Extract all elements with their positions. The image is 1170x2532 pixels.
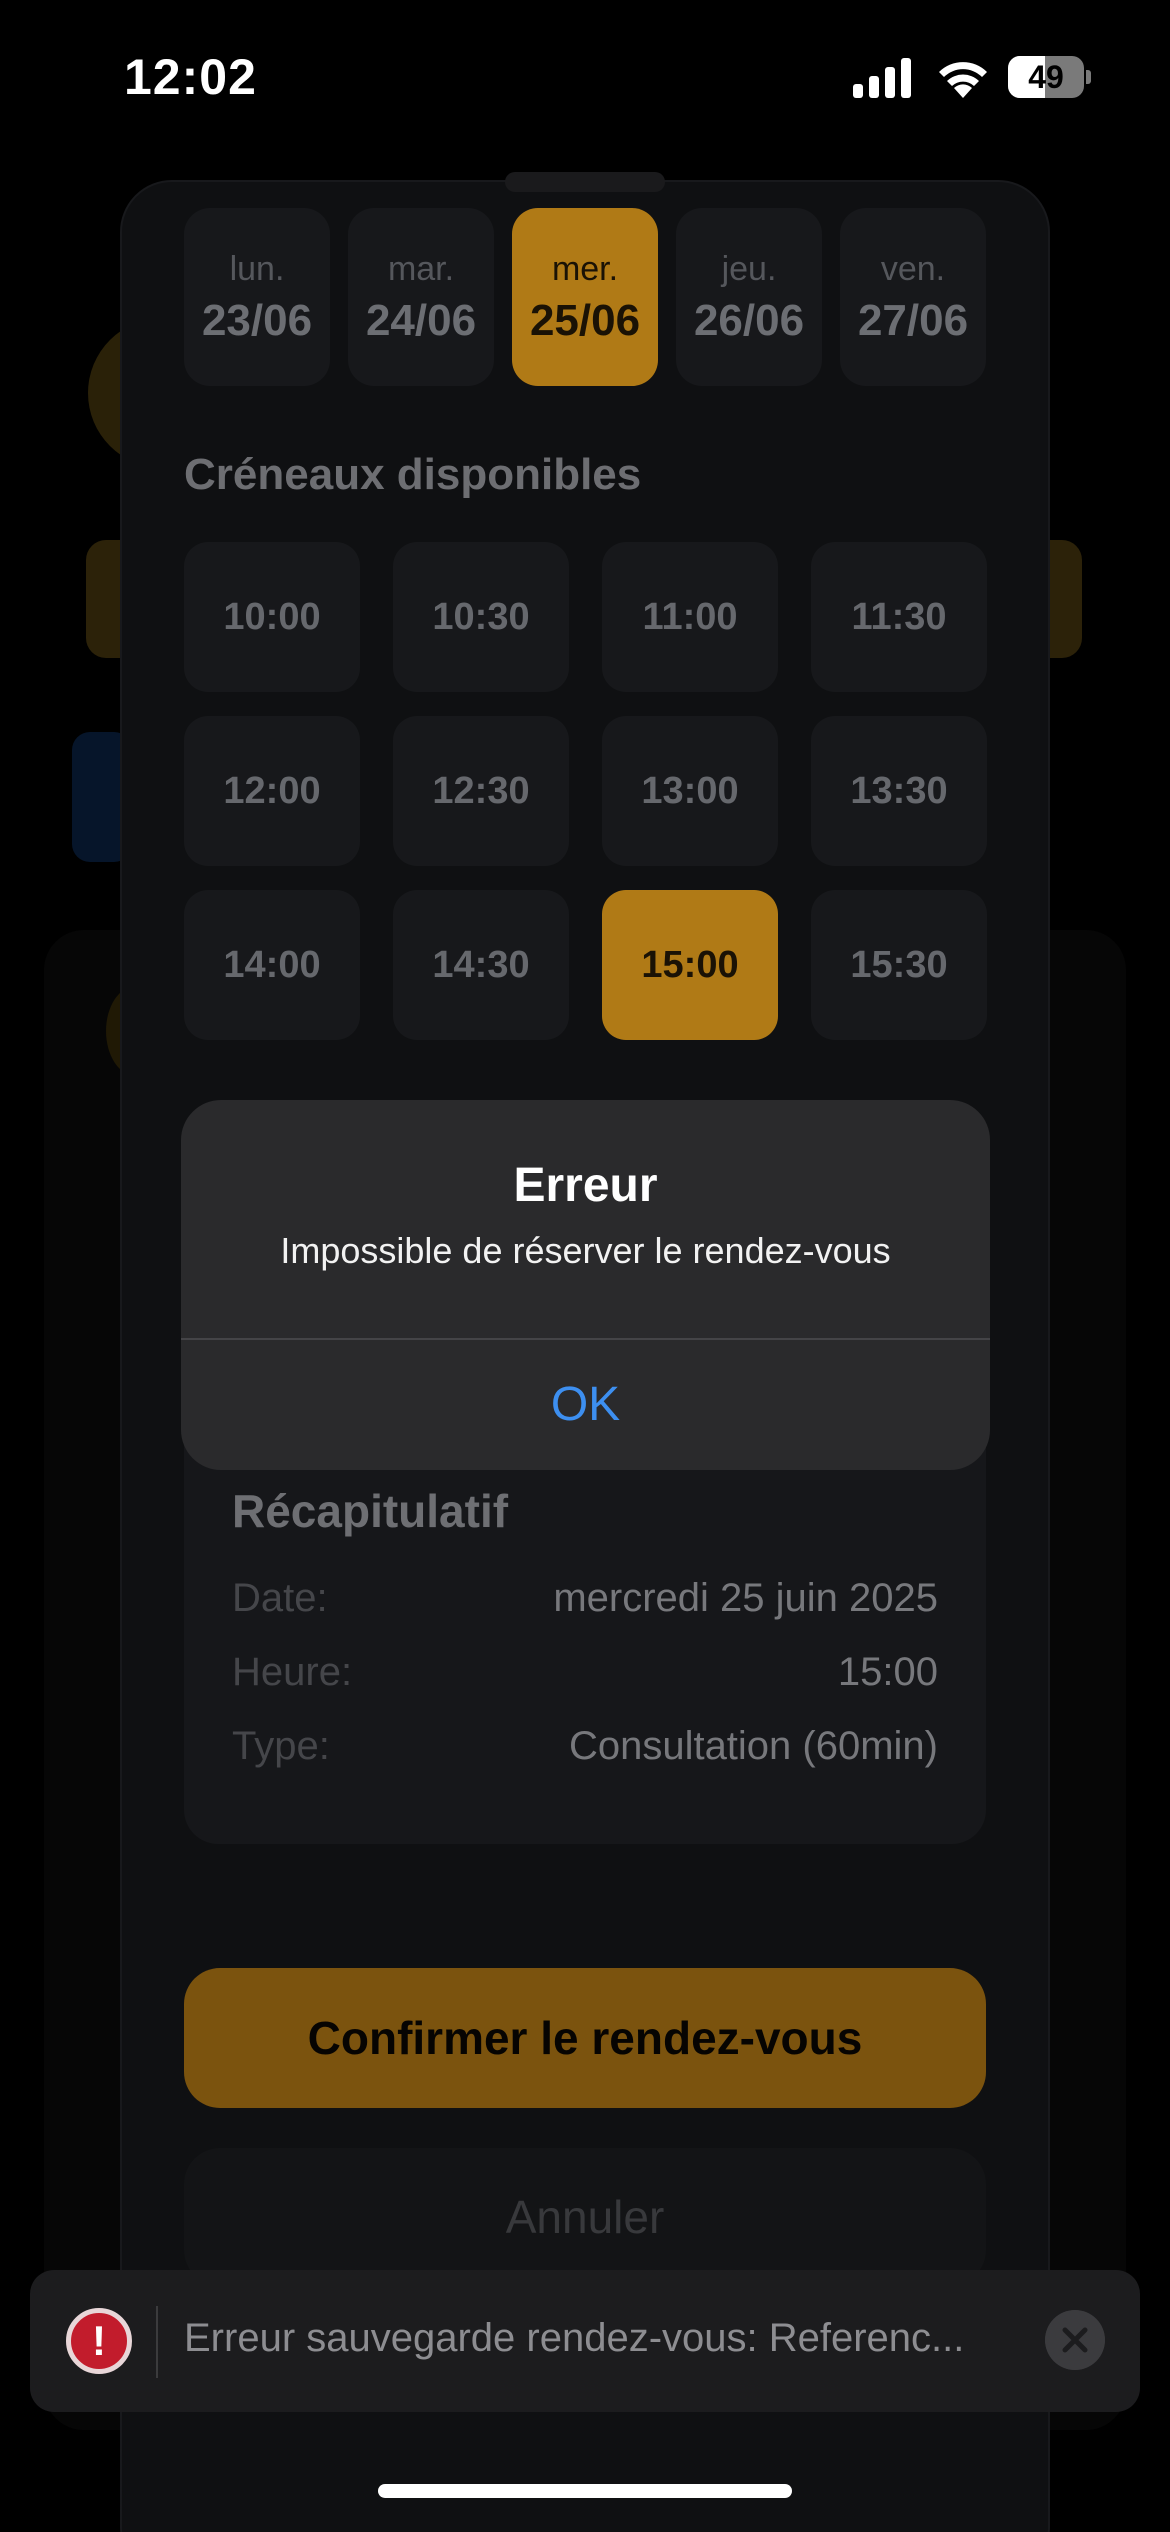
summary-title: Récapitulatif: [232, 1485, 509, 1537]
battery-level: 49: [1028, 59, 1064, 95]
alert-ok-button[interactable]: OK: [181, 1340, 990, 1470]
alert-title: Erreur: [513, 1159, 658, 1212]
error-alert: Erreur Impossible de réserver le rendez-…: [181, 1100, 990, 1470]
sheet-header-hint: [505, 172, 665, 192]
day-name: jeu.: [721, 250, 777, 288]
status-bar: 12:02 49: [0, 0, 1170, 150]
summary-label: Type:: [232, 1724, 330, 1768]
time-slot[interactable]: 14:00: [184, 890, 360, 1040]
summary-row-date: Date: mercredi 25 juin 2025: [232, 1576, 938, 1628]
time-slot[interactable]: 12:00: [184, 716, 360, 866]
time-slot[interactable]: 12:30: [393, 716, 569, 866]
time-slot[interactable]: 15:30: [811, 890, 987, 1040]
status-time: 12:02: [124, 49, 257, 105]
time-slot[interactable]: 11:30: [811, 542, 987, 692]
battery-body: 49: [1008, 56, 1084, 98]
battery-icon: 49: [1008, 56, 1091, 98]
available-slots-title: Créneaux disponibles: [184, 450, 642, 499]
home-indicator[interactable]: [378, 2484, 792, 2498]
summary-value: mercredi 25 juin 2025: [553, 1576, 938, 1620]
alert-message: Impossible de réserver le rendez-vous: [280, 1230, 891, 1271]
time-slot[interactable]: 13:00: [602, 716, 778, 866]
summary-row-time: Heure: 15:00: [232, 1650, 938, 1702]
summary-value: 15:00: [837, 1650, 938, 1694]
time-slot[interactable]: 14:30: [393, 890, 569, 1040]
close-icon[interactable]: [1045, 2310, 1105, 2370]
day-chip[interactable]: lun. 23/06: [184, 208, 330, 386]
summary-label: Heure:: [232, 1650, 353, 1694]
day-chip-selected[interactable]: mer. 25/06: [512, 208, 658, 386]
battery-cap: [1086, 70, 1091, 84]
day-chip[interactable]: mar. 24/06: [348, 208, 494, 386]
summary-value: Consultation (60min): [568, 1724, 938, 1768]
day-chip[interactable]: ven. 27/06: [840, 208, 986, 386]
time-slot[interactable]: 10:00: [184, 542, 360, 692]
time-slot[interactable]: 13:30: [811, 716, 987, 866]
day-name: ven.: [880, 250, 946, 288]
day-date: 27/06: [857, 296, 969, 345]
summary-label: Date:: [232, 1576, 328, 1620]
day-chip[interactable]: jeu. 26/06: [676, 208, 822, 386]
cancel-button[interactable]: Annuler: [184, 2148, 986, 2286]
time-slot[interactable]: 11:00: [602, 542, 778, 692]
day-date: 25/06: [529, 296, 641, 345]
time-slot-selected[interactable]: 15:00: [602, 890, 778, 1040]
error-toast: ! Erreur sauvegarde rendez-vous: Referen…: [30, 2270, 1140, 2412]
day-name: lun.: [229, 250, 285, 288]
day-date: 23/06: [201, 296, 313, 345]
time-slot[interactable]: 10:30: [393, 542, 569, 692]
day-date: 26/06: [693, 296, 805, 345]
day-name: mer.: [551, 250, 619, 288]
toast-divider: [156, 2306, 158, 2378]
day-date: 24/06: [365, 296, 477, 345]
summary-row-type: Type: Consultation (60min): [232, 1724, 938, 1776]
day-name: mar.: [387, 250, 455, 288]
confirm-appointment-button[interactable]: Confirmer le rendez-vous: [184, 1968, 986, 2108]
toast-message: Erreur sauvegarde rendez-vous: Referenc.…: [184, 2316, 965, 2360]
wifi-icon: [939, 62, 987, 98]
signal-icon: [853, 58, 911, 98]
error-icon: !: [66, 2308, 132, 2374]
